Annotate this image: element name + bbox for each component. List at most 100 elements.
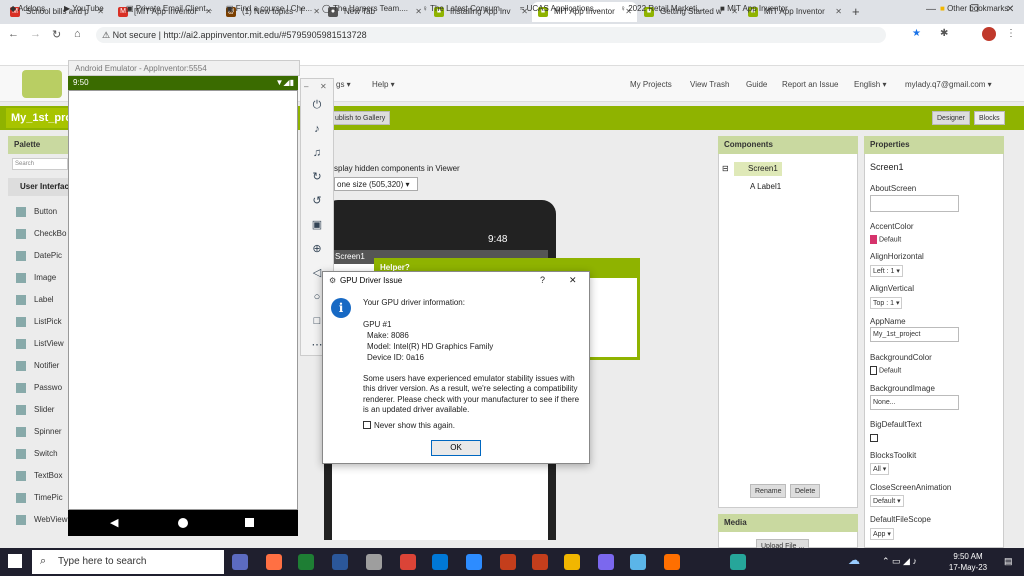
palette-item-switch[interactable]: Switch	[16, 444, 58, 464]
nav-report-issue[interactable]: Report an Issue	[782, 80, 838, 89]
palette-item-password[interactable]: Passwo	[16, 378, 62, 398]
palette-item-checkbox[interactable]: CheckBo	[16, 224, 66, 244]
powerpoint-icon[interactable]	[532, 554, 548, 570]
taskbar-clock[interactable]: 9:50 AM 17-May-23	[938, 551, 998, 573]
viewer-size-select[interactable]: one size (505,320) ▾	[334, 177, 418, 191]
palette-item-timepicker[interactable]: TimePic	[16, 488, 63, 508]
task-view-icon[interactable]	[232, 554, 248, 570]
nav-account[interactable]: mylady.q7@gmail.com ▾	[905, 80, 992, 89]
app-icon[interactable]	[500, 554, 516, 570]
emulator-task-icon[interactable]	[730, 554, 746, 570]
photos-icon[interactable]	[630, 554, 646, 570]
home-icon[interactable]: ⌂	[74, 28, 81, 40]
bookmark-item[interactable]: ▣ Private Email Client...	[126, 4, 212, 13]
new-tab-icon[interactable]: +	[852, 4, 860, 19]
tray-icons[interactable]: ⌃ ▭ ◢ ♪	[882, 556, 917, 567]
bookmark-item[interactable]: ◯ The Harpers Team....	[322, 4, 408, 13]
emulator-minimize-icon[interactable]: –	[304, 82, 308, 91]
bookmark-item[interactable]: ▣ Find a course | Che...	[226, 4, 312, 13]
minimize-icon[interactable]: —	[926, 4, 936, 15]
avatar[interactable]	[982, 27, 996, 41]
palette-item-listpicker[interactable]: ListPick	[16, 312, 62, 332]
collapse-icon[interactable]: ⊟	[722, 164, 729, 173]
url-bar[interactable]: ⚠ Not secure | http://ai2.appinventor.mi…	[96, 27, 886, 43]
background-image-select[interactable]: None...	[870, 395, 959, 410]
palette-section-user-interface[interactable]: User Interface	[8, 178, 68, 196]
hidden-components-toggle[interactable]: splay hidden components in Viewer	[334, 164, 460, 173]
extensions-icon[interactable]: ✱	[940, 28, 948, 39]
reload-icon[interactable]: ↻	[52, 28, 61, 41]
align-horizontal-select[interactable]: Left : 1 ▾	[870, 265, 903, 277]
file-explorer-icon[interactable]	[564, 554, 580, 570]
dialog-help-icon[interactable]: ?	[540, 275, 545, 285]
emulator-screen[interactable]	[68, 90, 298, 510]
close-icon[interactable]: ✕	[313, 2, 320, 22]
bookmark-item[interactable]: ♀ 2022 Retail Marketi...	[620, 4, 704, 13]
close-screen-animation-select[interactable]: Default ▾	[870, 495, 904, 507]
big-default-text-checkbox[interactable]	[870, 434, 878, 442]
chrome-icon[interactable]	[400, 554, 416, 570]
app-icon[interactable]	[664, 554, 680, 570]
nav-my-projects[interactable]: My Projects	[630, 80, 672, 89]
weather-icon[interactable]: ☁	[848, 553, 860, 567]
nav-language[interactable]: English ▾	[854, 80, 886, 89]
rename-button[interactable]: Rename	[750, 484, 787, 498]
taskbar-search-input[interactable]: Type here to search	[32, 550, 224, 574]
bookmark-item[interactable]: ■ MIT App Inventor	[720, 4, 788, 13]
tree-item-screen1[interactable]: Screen1	[734, 162, 782, 176]
align-vertical-select[interactable]: Top : 1 ▾	[870, 297, 903, 309]
back-nav-icon[interactable]: ◀	[110, 516, 118, 529]
never-show-checkbox[interactable]	[363, 421, 371, 429]
messenger-icon[interactable]	[598, 554, 614, 570]
firefox-icon[interactable]	[266, 554, 282, 570]
word-icon[interactable]	[332, 554, 348, 570]
emulator-close-icon[interactable]: ✕	[320, 82, 327, 91]
zoom-icon[interactable]: ⊕	[310, 242, 324, 256]
menu-icon[interactable]: ⋮	[1006, 28, 1016, 39]
close-icon[interactable]: ✕	[835, 2, 842, 22]
accent-color-select[interactable]: Default	[870, 235, 901, 244]
default-file-scope-select[interactable]: App ▾	[870, 528, 894, 540]
excel-icon[interactable]	[298, 554, 314, 570]
windows-start-icon[interactable]	[8, 554, 22, 568]
ok-button[interactable]: OK	[431, 440, 481, 456]
notifications-icon[interactable]: ▤	[1004, 556, 1013, 567]
blocks-toolkit-select[interactable]: All ▾	[870, 463, 890, 475]
edge-icon[interactable]	[432, 554, 448, 570]
nav-help[interactable]: Help ▾	[372, 80, 395, 89]
settings-icon[interactable]	[366, 554, 382, 570]
bookmark-star-icon[interactable]: ★	[912, 28, 921, 39]
palette-item-image[interactable]: Image	[16, 268, 56, 288]
bookmark-item[interactable]: ▶ YouTube	[64, 4, 104, 13]
palette-item-label[interactable]: Label	[16, 290, 54, 310]
back-icon[interactable]: ←	[8, 28, 19, 40]
home-nav-icon[interactable]	[178, 518, 188, 528]
bookmark-item[interactable]: ♀ The Latest Consum...	[422, 4, 507, 13]
forward-icon[interactable]: →	[30, 28, 41, 40]
rotate-right-icon[interactable]: ↺	[310, 194, 324, 208]
tree-item-label1[interactable]: A Label1	[750, 182, 781, 191]
designer-button[interactable]: Designer	[932, 111, 971, 125]
palette-item-textbox[interactable]: TextBox	[16, 466, 62, 486]
palette-item-listview[interactable]: ListView	[16, 334, 64, 354]
blocks-button[interactable]: Blocks	[974, 111, 1005, 125]
nav-settings[interactable]: gs ▾	[336, 80, 351, 89]
nav-guide[interactable]: Guide	[746, 80, 767, 89]
dialog-close-icon[interactable]: ✕	[569, 275, 577, 286]
palette-item-datepicker[interactable]: DatePic	[16, 246, 62, 266]
palette-item-notifier[interactable]: Notifier	[16, 356, 59, 376]
zoom-app-icon[interactable]	[466, 554, 482, 570]
power-icon[interactable]: ⏻	[310, 98, 324, 112]
delete-button[interactable]: Delete	[790, 484, 821, 498]
recents-nav-icon[interactable]	[245, 518, 254, 527]
close-icon[interactable]: ✕	[415, 2, 422, 22]
never-show-label[interactable]: Never show this again.	[374, 421, 455, 430]
about-screen-input[interactable]	[870, 195, 959, 212]
palette-item-spinner[interactable]: Spinner	[16, 422, 62, 442]
other-bookmarks[interactable]: ■ Other bookmarks	[940, 4, 1008, 13]
rotate-left-icon[interactable]: ↻	[310, 170, 324, 184]
palette-search-input[interactable]: Search Components	[12, 158, 68, 170]
bookmark-item[interactable]: ≈ UCAS Applications...	[520, 4, 600, 13]
app-name-input[interactable]: My_1st_project	[870, 327, 959, 342]
volume-down-icon[interactable]: ♫	[310, 146, 324, 160]
